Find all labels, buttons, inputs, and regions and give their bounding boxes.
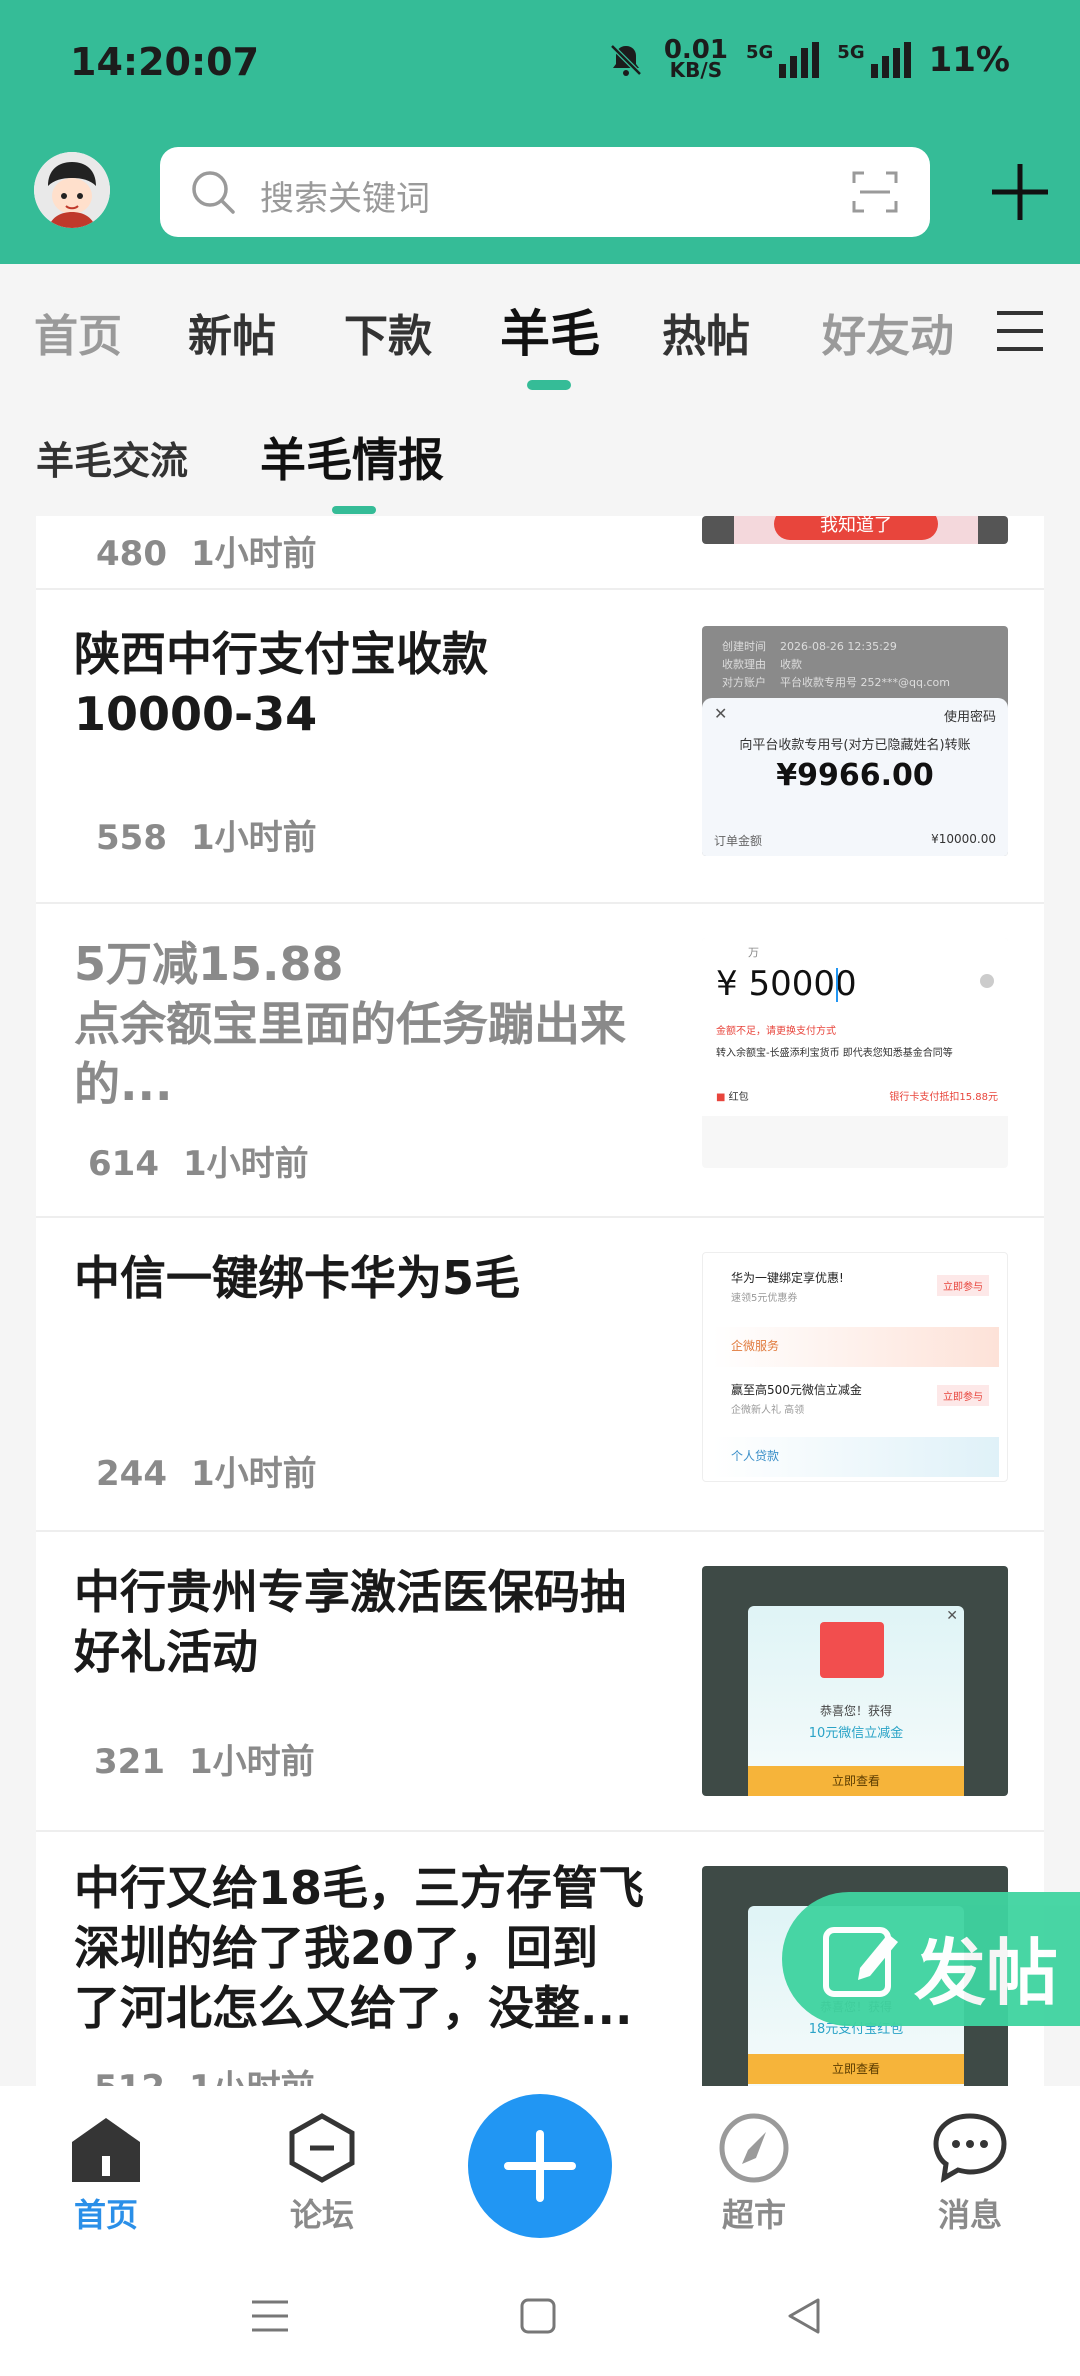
avatar[interactable] xyxy=(34,152,110,228)
battery-level: 11% xyxy=(928,40,1010,80)
thumb-button: 我知道了 xyxy=(774,516,938,540)
post-title: 中行贵州专享激活医保码抽 好礼活动 xyxy=(74,1565,626,1679)
header-bar: 14:20:07 0.01 KB/S 5G 5G 11% 搜索关键词 xyxy=(0,0,1080,264)
search-bar[interactable]: 搜索关键词 xyxy=(160,147,930,237)
list-item[interactable]: 陕西中行支付宝收款 10000-34 558 1小时前 创建时间 2026-08-… xyxy=(36,590,1044,904)
sub-tabs: 羊毛交流 羊毛情报 xyxy=(0,400,1080,516)
tab-new[interactable]: 新帖 xyxy=(188,300,276,364)
subtab-wool-intel[interactable]: 羊毛情报 xyxy=(260,424,444,490)
post-meta: 558 1小时前 xyxy=(96,818,317,858)
signal-icon: 5G xyxy=(837,42,911,78)
post-thumbnail: 创建时间 2026-08-26 12:35:29 收款理由 收款 对方账户 平台… xyxy=(702,626,1008,856)
tab-friends[interactable]: 好友动 xyxy=(822,300,952,364)
create-button[interactable] xyxy=(468,2094,612,2238)
post-meta: 614 1小时前 xyxy=(88,1144,309,1184)
chat-icon xyxy=(933,2113,1007,2183)
list-item[interactable]: 中信一键绑卡华为5毛 244 1小时前 华为一键绑定享优惠! 速领5元优惠券 立即… xyxy=(36,1218,1044,1532)
avatar-icon xyxy=(34,152,110,228)
post-thumbnail: 我知道了 xyxy=(702,516,1008,544)
post-thumbnail: 万 ¥ 50000 金额不足，请更换支付方式 转入余额宝-长盛添利宝货币 即代表… xyxy=(702,938,1008,1168)
scan-icon[interactable] xyxy=(850,167,900,217)
status-icons: 0.01 KB/S 5G 5G 11% xyxy=(606,35,1010,82)
tab-indicator xyxy=(527,380,571,390)
forum-icon xyxy=(289,2113,355,2183)
signal-icon: 5G xyxy=(746,42,820,78)
list-item[interactable]: 5万减15.88 点余额宝里面的任务蹦出来 的... 614 1小时前 万 ¥ 5… xyxy=(36,904,1044,1218)
tab-home[interactable]: 首页 xyxy=(34,300,122,364)
nav-market[interactable]: 超市 xyxy=(684,2112,824,2236)
post-title: 5万减15.88 点余额宝里面的任务蹦出来 的... xyxy=(74,937,626,1111)
post-title: 陕西中行支付宝收款 10000-34 xyxy=(74,627,488,741)
tab-download[interactable]: 下款 xyxy=(344,300,432,364)
post-meta: 244 1小时前 xyxy=(96,1454,317,1494)
post-button[interactable]: 发帖 xyxy=(782,1892,1080,2026)
post-meta: 5121小时前 xyxy=(94,2060,315,2086)
home-icon xyxy=(72,2118,140,2182)
list-item[interactable]: 480 1小时前 我知道了 xyxy=(36,516,1044,590)
main-tabs: 首页 新帖 下款 羊毛 热帖 好友动 xyxy=(0,264,1080,400)
tab-wool[interactable]: 羊毛 xyxy=(500,294,600,366)
add-icon[interactable] xyxy=(988,160,1052,224)
list-item[interactable]: 中行贵州专享激活医保码抽 好礼活动 321 1小时前 ✕ 恭喜您！获得 10元微信… xyxy=(36,1532,1044,1832)
plus-icon xyxy=(504,2130,576,2202)
menu-icon[interactable] xyxy=(995,309,1045,353)
system-nav-bar xyxy=(0,2256,1080,2376)
subtab-indicator xyxy=(332,506,376,514)
edit-icon xyxy=(823,1927,898,1997)
search-placeholder: 搜索关键词 xyxy=(260,179,430,219)
net-speed: 0.01 KB/S xyxy=(663,35,728,82)
post-meta: 480 1小时前 xyxy=(96,534,317,574)
post-list: 480 1小时前 我知道了 陕西中行支付宝收款 10000-34 558 1小时前 … xyxy=(36,516,1044,2086)
status-time: 14:20:07 xyxy=(70,40,260,84)
nav-messages[interactable]: 消息 xyxy=(900,2112,1040,2236)
status-bar: 14:20:07 0.01 KB/S 5G 5G 11% xyxy=(0,0,1080,130)
recent-apps-icon[interactable] xyxy=(250,2296,290,2336)
back-icon[interactable] xyxy=(784,2296,824,2336)
nav-home[interactable]: 首页 xyxy=(36,2112,176,2236)
mute-bell-icon xyxy=(610,44,642,76)
post-meta: 321 1小时前 xyxy=(94,1742,315,1782)
post-title: 中行又给18毛，三方存管飞 深圳的给了我20了，回到 了河北怎么又给了，没整..… xyxy=(74,1861,645,2035)
home-button-icon[interactable] xyxy=(518,2296,558,2336)
post-title: 中信一键绑卡华为5毛 xyxy=(74,1251,521,1305)
gift-icon xyxy=(820,1622,884,1678)
compass-icon xyxy=(719,2113,789,2183)
nav-forum[interactable]: 论坛 xyxy=(252,2112,392,2236)
search-icon xyxy=(192,171,235,214)
post-thumbnail: ✕ 恭喜您！获得 10元微信立减金 立即查看 xyxy=(702,1566,1008,1796)
tab-hot[interactable]: 热帖 xyxy=(662,300,750,364)
subtab-wool-exchange[interactable]: 羊毛交流 xyxy=(36,430,188,485)
bottom-nav: 首页 论坛 超市 消息 xyxy=(0,2086,1080,2256)
post-thumbnail: 华为一键绑定享优惠! 速领5元优惠券 立即参与 企微服务 赢至高500元微信立减… xyxy=(702,1252,1008,1482)
